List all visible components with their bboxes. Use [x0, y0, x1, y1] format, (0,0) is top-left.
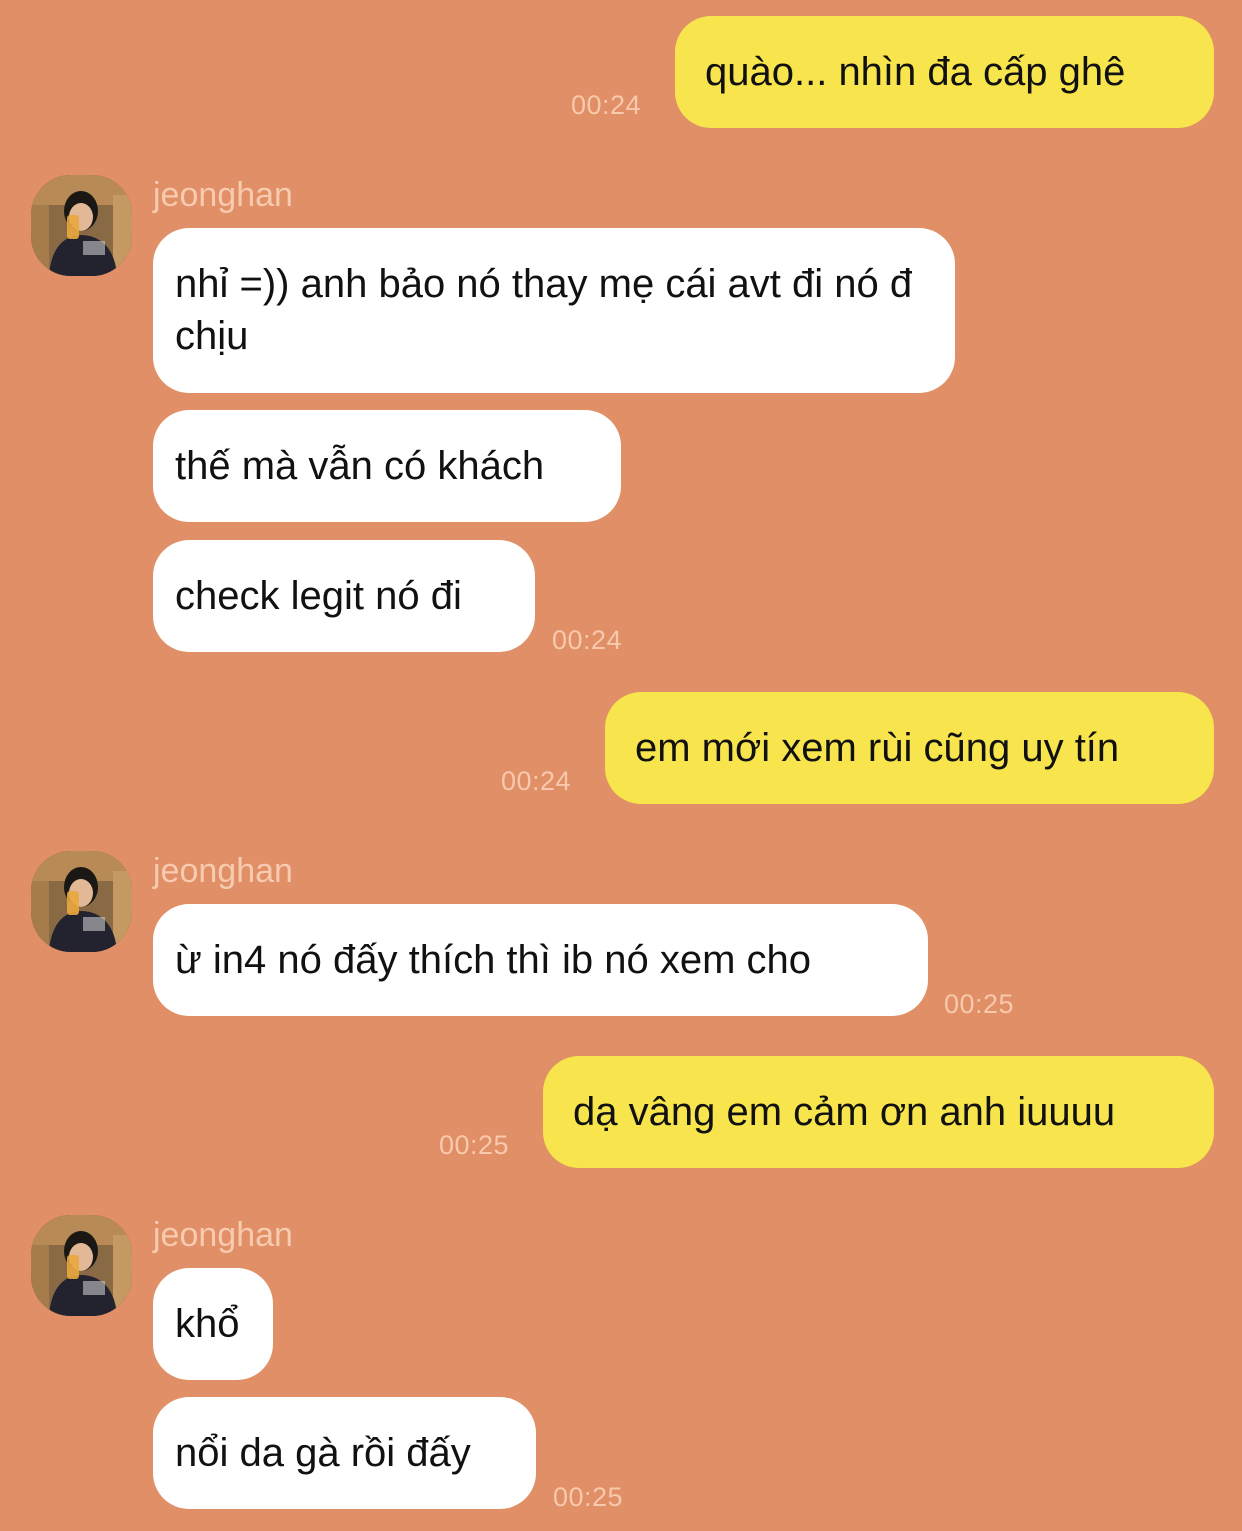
- sender-name: jeonghan: [153, 852, 293, 890]
- message-timestamp: 00:24: [552, 625, 623, 655]
- outgoing-message-bubble[interactable]: dạ vâng em cảm ơn anh iuuuu: [543, 1056, 1214, 1168]
- profile-photo-avatar-icon: [31, 175, 132, 276]
- message-text: khổ: [175, 1302, 240, 1346]
- profile-photo-avatar-icon: [31, 851, 132, 952]
- message-timestamp: 00:25: [439, 1130, 510, 1160]
- incoming-message-bubble[interactable]: nổi da gà rồi đấy: [153, 1397, 536, 1509]
- message-text: ừ in4 nó đấy thích thì ib nó xem cho: [175, 938, 812, 982]
- incoming-message-bubble[interactable]: ừ in4 nó đấy thích thì ib nó xem cho: [153, 904, 928, 1016]
- sender-name: jeonghan: [153, 176, 293, 214]
- message-text: nổi da gà rồi đấy: [175, 1431, 471, 1475]
- incoming-message-bubble[interactable]: nhỉ =)) anh bảo nó thay mẹ cái avt đi nó…: [153, 228, 955, 393]
- incoming-message-bubble[interactable]: thế mà vẫn có khách: [153, 410, 621, 522]
- sender-name: jeonghan: [153, 1216, 293, 1254]
- avatar[interactable]: [31, 851, 132, 952]
- message-timestamp: 00:25: [553, 1482, 624, 1512]
- message-timestamp: 00:24: [501, 766, 572, 796]
- message-text: quào... nhìn đa cấp ghê: [705, 50, 1126, 94]
- message-text: dạ vâng em cảm ơn anh iuuuu: [573, 1090, 1116, 1134]
- message-text: em mới xem rùi cũng uy tín: [635, 726, 1120, 770]
- outgoing-message-bubble[interactable]: quào... nhìn đa cấp ghê: [675, 16, 1214, 128]
- incoming-message-bubble[interactable]: khổ: [153, 1268, 273, 1380]
- message-text: nhỉ =)) anh bảo nó thay mẹ cái avt đi nó…: [175, 262, 913, 358]
- message-timestamp: 00:25: [944, 989, 1015, 1019]
- message-timestamp: 00:24: [571, 90, 642, 120]
- message-text: thế mà vẫn có khách: [175, 444, 545, 488]
- incoming-message-bubble[interactable]: check legit nó đi: [153, 540, 535, 652]
- outgoing-message-bubble[interactable]: em mới xem rùi cũng uy tín: [605, 692, 1214, 804]
- message-text: check legit nó đi: [175, 574, 462, 618]
- avatar[interactable]: [31, 1215, 132, 1316]
- profile-photo-avatar-icon: [31, 1215, 132, 1316]
- avatar[interactable]: [31, 175, 132, 276]
